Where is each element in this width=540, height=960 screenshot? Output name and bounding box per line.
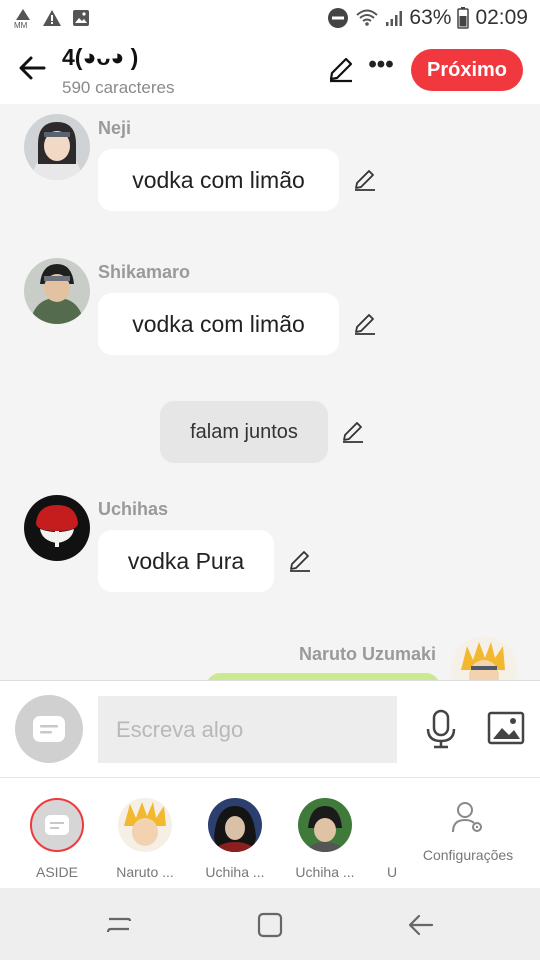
aside-avatar (30, 798, 84, 852)
role-naruto[interactable]: Naruto ... (105, 798, 185, 880)
chat-mode-button[interactable] (15, 695, 83, 763)
pencil-icon[interactable] (352, 311, 378, 337)
dnd-icon (328, 8, 349, 28)
message-bubble[interactable]: vodka Pura (98, 530, 274, 592)
status-bar: MM 63% 02:09 (0, 0, 540, 36)
own-message-bubble[interactable] (206, 673, 440, 680)
sender-name: Shikamaro (98, 262, 191, 282)
narration-bubble[interactable]: falam juntos (160, 401, 328, 463)
editor-header: 4(◕ᴗ◕ ) 590 caracteres ••• Próximo (0, 36, 540, 104)
role-uchiha-1[interactable]: Uchiha ... (195, 798, 275, 880)
clock: 02:09 (475, 6, 528, 29)
avatar-naruto[interactable] (451, 636, 517, 680)
settings-label: Configurações (422, 847, 514, 863)
recents-icon[interactable] (104, 910, 134, 940)
warning-icon (43, 10, 61, 26)
avatar (298, 798, 352, 852)
pencil-icon[interactable] (352, 167, 378, 193)
svg-text:MM: MM (14, 21, 28, 28)
message-bubble[interactable]: vodka com limão (98, 149, 339, 211)
avatar (118, 798, 172, 852)
message-bubble[interactable]: vodka com limão (98, 293, 339, 355)
role-label: Naruto ... (116, 864, 174, 880)
avatar-shikamaro[interactable] (24, 258, 90, 324)
avatar-neji[interactable] (24, 114, 90, 180)
back-arrow-icon[interactable] (16, 52, 48, 84)
sender-name: Neji (98, 118, 132, 138)
character-count: 590 caracteres (62, 78, 175, 97)
compose-bar (0, 680, 540, 778)
role-label: ASIDE (35, 864, 78, 880)
chat-icon (45, 815, 69, 835)
image-icon[interactable] (487, 711, 525, 745)
gallery-notification-icon (73, 10, 89, 26)
page-title: 4(◕ᴗ◕ ) (62, 44, 139, 70)
pencil-icon[interactable] (340, 419, 366, 445)
next-button[interactable]: Próximo (411, 49, 523, 91)
battery-icon (457, 7, 470, 29)
battery-percent: 63% (409, 6, 452, 29)
signal-icon (386, 11, 403, 26)
back-icon[interactable] (406, 910, 436, 940)
avatar (208, 798, 262, 852)
settings-button[interactable]: Configurações (420, 800, 516, 863)
mm-notification-icon: MM (14, 9, 30, 28)
character-selector: ASIDE Naruto ... Uchiha ... Uchiha ... U… (0, 778, 540, 888)
avatar-uchihas[interactable] (24, 495, 90, 561)
mic-icon[interactable] (424, 709, 458, 749)
role-label: Uchiha ... (205, 864, 265, 880)
chat-area[interactable]: Neji vodka com limão Shikamaro vodka com… (0, 104, 540, 680)
pencil-icon[interactable] (287, 548, 313, 574)
sender-name: Uchihas (98, 499, 169, 519)
role-label: U (386, 864, 398, 880)
pencil-icon[interactable] (326, 54, 356, 84)
wifi-icon (356, 9, 379, 26)
system-nav-bar (0, 888, 540, 960)
sender-name: Naruto Uzumaki (299, 644, 437, 664)
message-input[interactable] (98, 696, 397, 763)
home-icon[interactable] (255, 910, 285, 940)
settings-user-icon (452, 802, 482, 833)
chat-icon (33, 716, 65, 742)
more-icon[interactable]: ••• (366, 53, 396, 82)
role-aside[interactable]: ASIDE (17, 798, 97, 880)
